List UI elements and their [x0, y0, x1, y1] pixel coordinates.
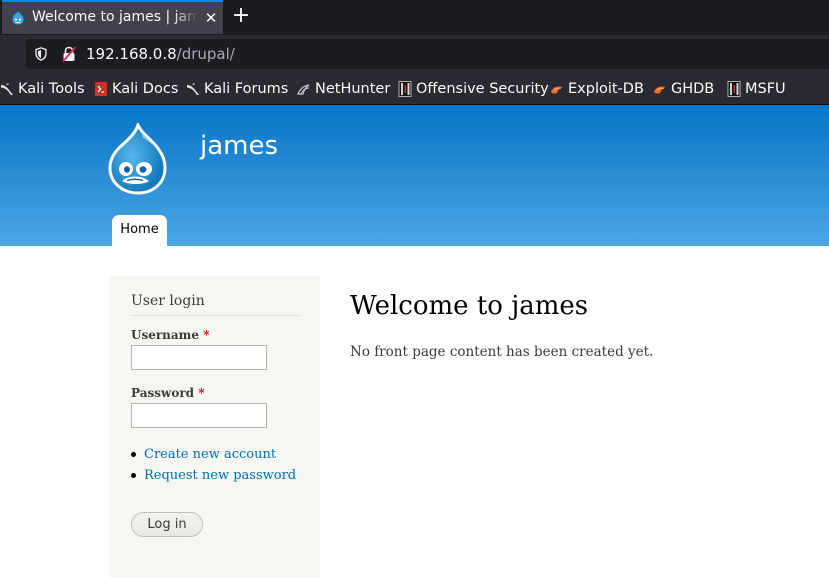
offsec-icon [398, 81, 412, 97]
close-tab-icon[interactable]: ✕ [203, 9, 219, 27]
tab-strip: Welcome to james | james ✕ + [0, 0, 829, 35]
new-tab-icon[interactable]: + [231, 4, 251, 28]
kali-docs-icon [95, 82, 107, 96]
bookmark-ghdb[interactable]: GHDB [653, 78, 714, 100]
required-marker: * [203, 328, 210, 342]
bullet [131, 452, 136, 457]
drupal-favicon-icon [12, 11, 24, 25]
bookmark-label: Exploit-DB [568, 81, 644, 97]
page-message: No front page content has been created y… [350, 344, 654, 360]
password-label: Password * [131, 386, 205, 400]
tab-home[interactable]: Home [112, 215, 167, 246]
block-divider [131, 315, 299, 316]
insecure-lock-icon[interactable] [62, 46, 76, 62]
bookmark-nethunter[interactable]: NetHunter [297, 78, 390, 100]
tracking-protection-shield-icon[interactable] [35, 47, 47, 61]
tab-title: Welcome to james | james [32, 9, 198, 25]
username-label-text: Username [131, 328, 200, 342]
url-host: 192.168.0.8 [86, 45, 177, 63]
nethunter-icon [297, 84, 310, 95]
bookmarks-toolbar: Kali Tools Kali Docs Kali Forums NetHunt… [0, 73, 829, 104]
site-name[interactable]: james [200, 131, 278, 161]
address-bar[interactable]: 192.168.0.8/drupal/ [26, 39, 829, 69]
bookmark-kali-forums[interactable]: Kali Forums [186, 78, 288, 100]
password-input[interactable] [131, 403, 267, 428]
bookmark-label: Kali Forums [204, 81, 289, 97]
user-login-block: User login Username * Password * Create … [110, 276, 320, 578]
log-in-button[interactable]: Log in [131, 512, 203, 537]
page-title: Welcome to james [350, 291, 589, 321]
drupal-logo-icon[interactable] [107, 123, 167, 195]
browser-tab[interactable]: Welcome to james | james ✕ [2, 0, 223, 34]
required-marker: * [198, 386, 205, 400]
exploitdb-icon [654, 86, 666, 94]
username-label: Username * [131, 328, 209, 342]
bookmark-label: Offensive Security [416, 81, 549, 97]
block-title: User login [131, 293, 205, 309]
bookmark-kali-tools[interactable]: Kali Tools [0, 78, 85, 100]
url-text: 192.168.0.8/drupal/ [86, 45, 235, 63]
list-item: Request new password [131, 468, 296, 483]
bookmark-offensive-security[interactable]: Offensive Security [398, 78, 549, 100]
create-account-link[interactable]: Create new account [144, 447, 276, 462]
bookmark-label: NetHunter [315, 81, 391, 97]
bookmark-exploit-db[interactable]: Exploit-DB [550, 78, 644, 100]
kali-dragon-icon [1, 83, 13, 95]
kali-dragon-icon [187, 83, 199, 95]
list-item: Create new account [131, 447, 276, 462]
password-label-text: Password [131, 386, 195, 400]
bookmark-label: Kali Docs [112, 81, 179, 97]
offsec-icon [727, 81, 741, 97]
bookmark-msfu[interactable]: MSFU [727, 78, 786, 100]
bullet [131, 473, 136, 478]
bookmark-label: MSFU [745, 81, 786, 97]
site-header: james Home [0, 105, 829, 246]
bookmark-label: GHDB [671, 81, 715, 97]
bookmark-label: Kali Tools [18, 81, 85, 97]
request-password-link[interactable]: Request new password [144, 468, 296, 483]
navigation-toolbar: 192.168.0.8/drupal/ [0, 35, 829, 73]
bookmark-kali-docs[interactable]: Kali Docs [94, 78, 178, 100]
exploitdb-icon [551, 86, 563, 94]
username-input[interactable] [131, 345, 267, 370]
url-path: /drupal/ [176, 45, 235, 63]
